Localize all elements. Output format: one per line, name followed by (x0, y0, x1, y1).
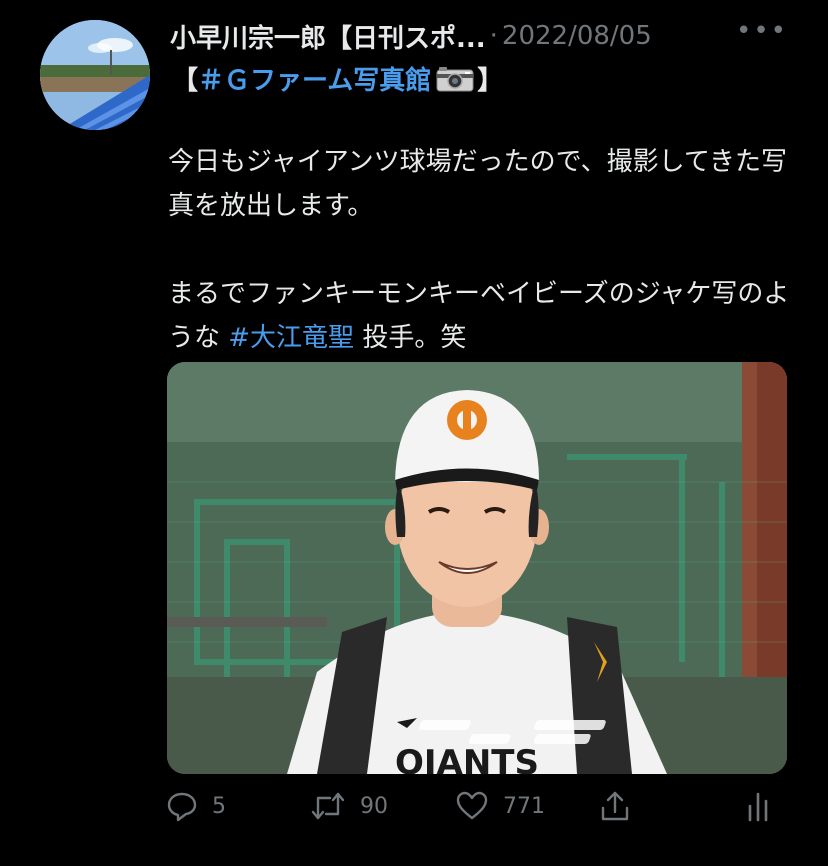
player-photo-image: OIANTS (167, 362, 787, 774)
retweet-count: 90 (360, 793, 388, 819)
analytics-button[interactable] (746, 790, 770, 822)
analytics-icon (748, 792, 768, 822)
tweet-body: 今日もジャイアンツ球場だったので、撮影してきた写真を放出します。 まるでファンキ… (168, 140, 798, 360)
tweet-actions: 5 90 771 (0, 790, 828, 834)
tweet-date[interactable]: 2022/08/05 (502, 21, 652, 51)
tweet-photo[interactable]: OIANTS (167, 362, 787, 774)
paragraph-2-suffix: 投手。笑 (354, 323, 467, 353)
tweet-paragraph-2: まるでファンキーモンキーベイビーズのジャケ写のような #大江竜聖 投手。笑 (168, 272, 798, 360)
tweet-paragraph-1: 今日もジャイアンツ球場だったので、撮影してきた写真を放出します。 (168, 147, 788, 221)
camera-icon (435, 65, 475, 93)
player-hashtag-link[interactable]: #大江竜聖 (228, 323, 354, 353)
heart-icon (456, 791, 488, 820)
author-name[interactable]: 小早川宗一郎【日刊スポ... (170, 18, 486, 55)
like-button[interactable]: 771 (455, 790, 545, 822)
more-options-button[interactable]: ••• (736, 16, 788, 46)
share-icon (601, 791, 629, 821)
share-button[interactable] (600, 790, 630, 822)
tweet-header: 小早川宗一郎【日刊スポ... · 2022/08/05 (170, 16, 810, 56)
reply-button[interactable]: 5 (166, 790, 226, 822)
title-hashtag-link[interactable]: ＃Ｇファーム写真館 (198, 60, 431, 97)
like-count: 771 (503, 793, 545, 819)
avatar-image (40, 20, 150, 130)
reply-count: 5 (212, 793, 226, 819)
avatar[interactable] (40, 20, 150, 130)
header-separator: · (489, 21, 498, 51)
tweet-title: 【 ＃Ｇファーム写真館 】 (172, 60, 503, 97)
retweet-button[interactable]: 90 (310, 790, 388, 822)
title-bracket-open: 【 (172, 66, 199, 96)
retweet-icon (311, 792, 345, 820)
title-bracket-close: 】 (477, 66, 504, 96)
svg-text:OIANTS: OIANTS (395, 743, 539, 774)
reply-icon (167, 792, 197, 822)
